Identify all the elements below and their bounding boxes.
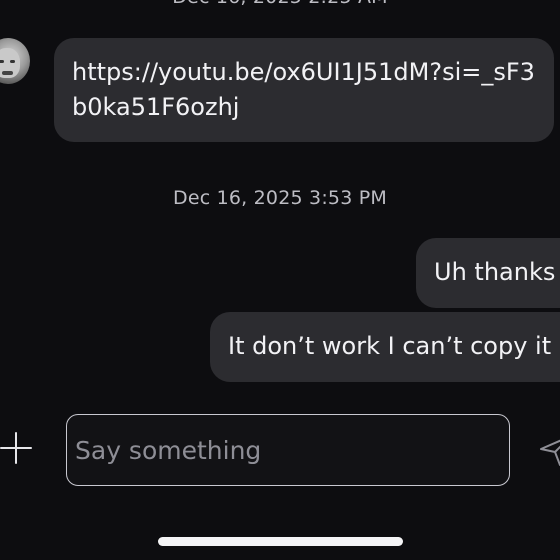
home-indicator[interactable] xyxy=(158,537,403,546)
outgoing-message[interactable]: Uh thanks xyxy=(416,238,560,308)
avatar-eye xyxy=(0,60,4,63)
contact-avatar[interactable] xyxy=(0,38,30,84)
plus-icon[interactable] xyxy=(0,432,32,464)
paper-plane-icon[interactable] xyxy=(538,432,560,468)
avatar-mouth xyxy=(2,71,13,75)
message-input[interactable] xyxy=(66,414,510,486)
avatar-eye xyxy=(10,60,15,63)
incoming-message-link[interactable]: https://youtu.be/ox6UI1J51dM?si=_sF3b0ka… xyxy=(54,38,554,142)
outgoing-message[interactable]: It don’t work I can’t copy it xyxy=(210,312,560,382)
timestamp: Dec 16, 2025 3:53 PM xyxy=(172,187,387,209)
chat-screen: Dec 16, 2025 2:25 AM https://youtu.be/ox… xyxy=(0,0,560,560)
timestamp: Dec 16, 2025 2:25 AM xyxy=(0,0,560,8)
